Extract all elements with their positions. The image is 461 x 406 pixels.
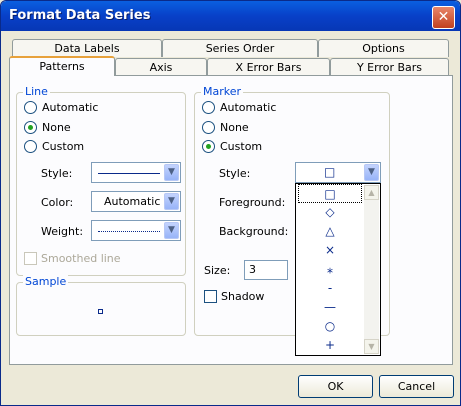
background-label: Background: xyxy=(219,225,289,238)
tab-options[interactable]: Options xyxy=(318,39,449,57)
radio-label: Custom xyxy=(42,140,85,153)
line-weight-select[interactable]: ▼ xyxy=(91,220,181,241)
close-icon[interactable]: ✕ xyxy=(432,6,455,29)
marker-automatic-radio[interactable]: Automatic xyxy=(202,101,276,115)
line-color-label: Color: xyxy=(41,196,74,209)
line-none-radio[interactable]: None xyxy=(24,121,71,135)
marker-option-long-bar[interactable]: — xyxy=(298,298,362,317)
marker-group-label: Marker xyxy=(201,85,244,98)
shadow-checkbox[interactable]: Shadow xyxy=(204,290,264,303)
marker-option-star[interactable]: ⁎ xyxy=(298,260,362,279)
radio-icon xyxy=(24,140,37,153)
line-style-select[interactable]: ▼ xyxy=(91,162,181,183)
chevron-down-icon[interactable]: ▼ xyxy=(164,222,179,239)
marker-custom-radio[interactable]: Custom xyxy=(202,140,262,154)
chevron-down-icon[interactable]: ▼ xyxy=(164,164,179,181)
radio-icon xyxy=(202,121,215,134)
marker-option-square[interactable]: □ xyxy=(298,184,362,203)
checkbox-icon xyxy=(204,290,217,303)
radio-label: Automatic xyxy=(42,101,99,114)
radio-label: None xyxy=(220,121,249,134)
tab-data-labels[interactable]: Data Labels xyxy=(12,39,162,57)
marker-none-radio[interactable]: None xyxy=(202,121,249,135)
tab-y-error-bars[interactable]: Y Error Bars xyxy=(330,58,449,76)
sample-marker xyxy=(98,309,103,314)
tab-x-error-bars[interactable]: X Error Bars xyxy=(207,58,330,76)
checkbox-icon xyxy=(24,252,37,265)
line-group: Line xyxy=(16,85,186,276)
radio-label: Custom xyxy=(220,140,263,153)
format-data-series-dialog: Format Data Series ✕ Data Labels Series … xyxy=(0,0,461,406)
chevron-down-icon[interactable]: ▼ xyxy=(164,193,179,210)
line-color-value: Automatic xyxy=(104,195,161,208)
radio-selected-icon xyxy=(24,121,37,134)
marker-option-x[interactable]: × xyxy=(298,241,362,260)
checkbox-label: Smoothed line xyxy=(41,252,121,265)
ok-button[interactable]: OK xyxy=(298,375,373,398)
marker-option-triangle[interactable]: △ xyxy=(298,222,362,241)
line-group-label: Line xyxy=(23,85,50,98)
chevron-down-icon[interactable]: ▼ xyxy=(364,164,379,181)
radio-label: Automatic xyxy=(220,101,277,114)
dialog-title: Format Data Series xyxy=(9,8,151,23)
marker-style-value: □ xyxy=(324,165,336,179)
marker-style-dropdown-list[interactable]: □ ◇ △ × ⁎ - — ○ + ▲ ▼ xyxy=(295,183,381,356)
tab-patterns[interactable]: Patterns xyxy=(9,56,115,76)
scroll-up-icon[interactable]: ▲ xyxy=(364,185,379,200)
tab-axis[interactable]: Axis xyxy=(115,58,207,76)
radio-label: None xyxy=(42,121,71,134)
smoothed-line-checkbox[interactable]: Smoothed line xyxy=(24,252,121,265)
marker-option-short-bar[interactable]: - xyxy=(298,279,362,298)
solid-line-swatch xyxy=(98,173,160,174)
marker-option-circle[interactable]: ○ xyxy=(298,317,362,336)
sample-group: Sample xyxy=(16,275,186,336)
dotted-line-swatch xyxy=(98,231,160,232)
title-bar: Format Data Series ✕ xyxy=(1,1,460,31)
line-color-select[interactable]: Automatic ▼ xyxy=(91,191,181,212)
marker-style-label: Style: xyxy=(219,167,251,180)
tab-series-order[interactable]: Series Order xyxy=(162,39,318,57)
radio-icon xyxy=(202,101,215,114)
radio-selected-icon xyxy=(202,140,215,153)
foreground-label: Foreground: xyxy=(219,196,286,209)
sample-group-label: Sample xyxy=(23,275,69,288)
size-label: Size: xyxy=(204,264,231,277)
marker-style-select[interactable]: □ ▼ xyxy=(295,162,381,183)
line-weight-label: Weight: xyxy=(41,225,84,238)
dropdown-scrollbar[interactable]: ▲ ▼ xyxy=(364,185,379,354)
line-style-label: Style: xyxy=(41,167,73,180)
scroll-down-icon[interactable]: ▼ xyxy=(364,339,379,354)
line-custom-radio[interactable]: Custom xyxy=(24,140,84,154)
size-value: 3 xyxy=(249,263,256,276)
cancel-button[interactable]: Cancel xyxy=(379,375,454,398)
checkbox-label: Shadow xyxy=(221,290,265,303)
line-automatic-radio[interactable]: Automatic xyxy=(24,101,98,115)
marker-option-diamond[interactable]: ◇ xyxy=(298,203,362,222)
size-spinner[interactable]: 3 xyxy=(244,260,288,280)
radio-icon xyxy=(24,101,37,114)
marker-option-plus[interactable]: + xyxy=(298,336,362,355)
